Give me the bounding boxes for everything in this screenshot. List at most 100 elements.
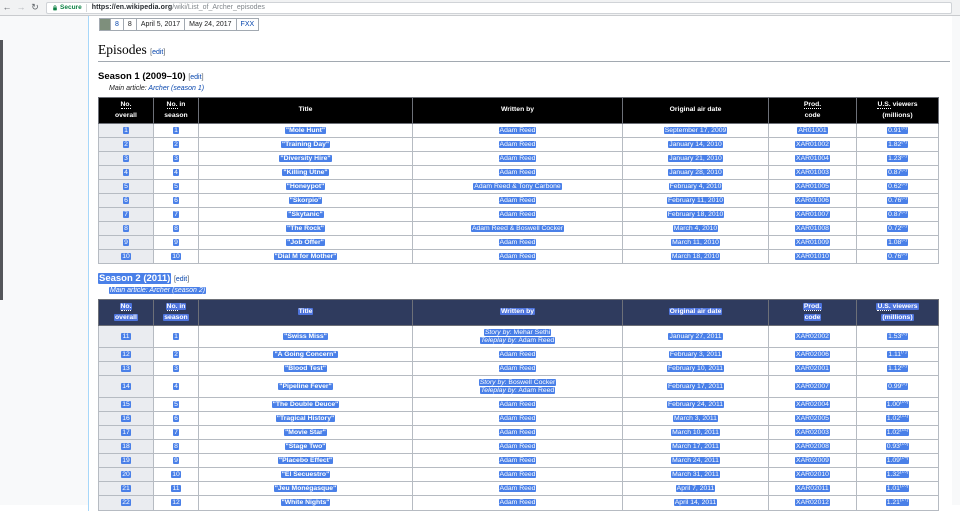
abbreviation: No. [120, 101, 132, 109]
no-overall-cell: 7 [98, 207, 154, 223]
reference-link[interactable]: [9] [901, 381, 907, 387]
selected-text: 1.09[14] [885, 454, 910, 464]
season-link[interactable]: 8 [115, 21, 119, 28]
no-overall-cell: 2 [98, 137, 154, 153]
reference-link[interactable]: [5] [901, 167, 907, 173]
forward-button[interactable]: → [14, 0, 28, 15]
no-in-season-cell: 4 [153, 375, 199, 399]
reference-link[interactable]: [5] [901, 237, 907, 243]
reference-link[interactable]: [5] [901, 181, 907, 187]
reference-link[interactable]: [15] [900, 469, 908, 475]
selected-text: "Jeu Monégasque" [273, 484, 338, 492]
selected-text: 5 [173, 182, 179, 190]
episode-row: 5 5 "Honeypot" Adam Reed & Tony Carbone Febr… [98, 179, 939, 195]
reference-link[interactable]: [13] [900, 441, 908, 447]
network-link[interactable]: FXX [241, 21, 255, 28]
reference-link[interactable]: [4] [901, 139, 907, 145]
no-in-season-cell: 7 [153, 207, 199, 223]
no-in-season-cell: 4 [153, 165, 199, 181]
written-by-cell: Adam Reed [412, 453, 623, 469]
prod-code-cell: XAR02001 [768, 361, 857, 377]
column-header: Title [198, 96, 413, 125]
overview-last-aired-cell: May 24, 2017 [184, 18, 237, 31]
prod-code-cell: XAR02008 [768, 439, 857, 455]
reference-link[interactable]: [10] [900, 399, 908, 405]
selected-text: XAR01007 [795, 210, 830, 218]
prod-code-cell: XAR02011 [768, 481, 857, 497]
selected-text: Adam Reed [498, 456, 537, 464]
selected-text: 1.82[4] [887, 138, 908, 148]
selected-text: "Killing Utne" [282, 168, 329, 176]
overview-network-cell: FXX [235, 18, 260, 31]
episode-title-cell: "El Secuestro" [198, 467, 413, 483]
reference-link[interactable]: [14] [900, 455, 908, 461]
no-overall-cell: 6 [98, 193, 154, 209]
column-header: Written by [412, 96, 623, 125]
viewers-cell: 0.87[5] [856, 207, 939, 223]
reference-link[interactable]: [5] [901, 153, 907, 159]
reference-link[interactable]: [3] [901, 125, 907, 131]
selected-text: 0.87[5] [887, 166, 908, 176]
selected-text: "Stage Two" [284, 442, 327, 450]
reference-link[interactable]: [7] [901, 349, 907, 355]
viewers-cell: 1.82[4] [856, 137, 939, 153]
selected-text: 8 [173, 224, 179, 232]
no-overall-cell: 10 [98, 249, 154, 265]
selected-text: XAR02006 [795, 350, 830, 358]
selected-text: 0.93[13] [885, 440, 910, 450]
edit-link-season-2[interactable]: [edit] [174, 276, 189, 283]
prod-code-cell: AR01001 [768, 123, 857, 139]
selected-text: "Skorpio" [288, 196, 323, 204]
season-1-heading-text: Season 1 (2009–10) [98, 71, 186, 82]
season-1-main-article: Main article: Archer (season 1) [109, 85, 952, 92]
reference-link[interactable]: [5] [901, 195, 907, 201]
selected-text: 13 [121, 364, 131, 372]
selected-text: 1.02[12] [885, 426, 910, 436]
reference-link[interactable]: [16] [900, 483, 908, 489]
selected-text: Adam Reed & Boswell Cocker [470, 224, 565, 232]
written-by-cell: Adam Reed [412, 235, 623, 251]
selected-text: Adam Reed [498, 428, 537, 436]
selected-text: 1 [173, 332, 179, 340]
prod-code-cell: XAR02004 [768, 397, 857, 413]
column-header-label: U.S. viewers [876, 303, 919, 312]
reference-link[interactable]: [17] [900, 497, 908, 503]
reference-link[interactable]: [12] [900, 427, 908, 433]
no-overall-cell: 15 [98, 397, 154, 413]
selected-text: XAR01010 [795, 252, 830, 260]
reference-link[interactable]: [6] [901, 331, 907, 337]
reference-link[interactable]: [5] [901, 223, 907, 229]
no-in-season-cell: 9 [153, 453, 199, 469]
reload-button[interactable]: ↻ [28, 0, 42, 15]
reference-link[interactable]: [11] [900, 413, 908, 419]
selected-text: 3 [173, 364, 179, 372]
back-button[interactable]: ← [0, 0, 14, 15]
url-host: https://en.wikipedia.org [91, 4, 173, 11]
selected-text: "Swiss Miss" [283, 332, 328, 340]
address-bar[interactable]: Secure https://en.wikipedia.org/wiki/Lis… [46, 1, 952, 14]
edit-link-season-1[interactable]: [edit] [188, 74, 203, 81]
column-header-label: No. in [165, 303, 187, 312]
written-by-cell: Adam Reed & Boswell Cocker [412, 221, 623, 237]
selected-text: "The Rock" [285, 224, 326, 232]
edit-link-episodes[interactable]: [edit] [150, 49, 165, 56]
no-in-season-cell: 6 [153, 411, 199, 427]
selected-text: Adam Reed & Tony Carbone [473, 182, 562, 190]
selected-text: 7 [173, 428, 179, 436]
reference-link[interactable]: [5] [901, 209, 907, 215]
season-1-article-link[interactable]: Archer (season 1) [148, 85, 204, 92]
season-2-article-link[interactable]: Archer (season 2) [149, 287, 205, 294]
viewers-cell: 0.91[3] [856, 123, 939, 139]
air-date-cell: January 21, 2010 [622, 151, 769, 167]
selected-text: 1.08[5] [887, 236, 908, 246]
reference-link[interactable]: [5] [901, 251, 907, 257]
selected-text: September 17, 2009 [663, 126, 728, 134]
selected-text: March 10, 2011 [671, 428, 720, 436]
no-in-season-cell: 5 [153, 397, 199, 413]
no-in-season-cell: 10 [153, 249, 199, 265]
column-header: No. in season [153, 299, 199, 327]
no-in-season-cell: 6 [153, 193, 199, 209]
selected-text: "Tragical History" [275, 414, 336, 422]
reference-link[interactable]: [8] [901, 363, 907, 369]
viewers-cell: 0.62[5] [856, 179, 939, 195]
